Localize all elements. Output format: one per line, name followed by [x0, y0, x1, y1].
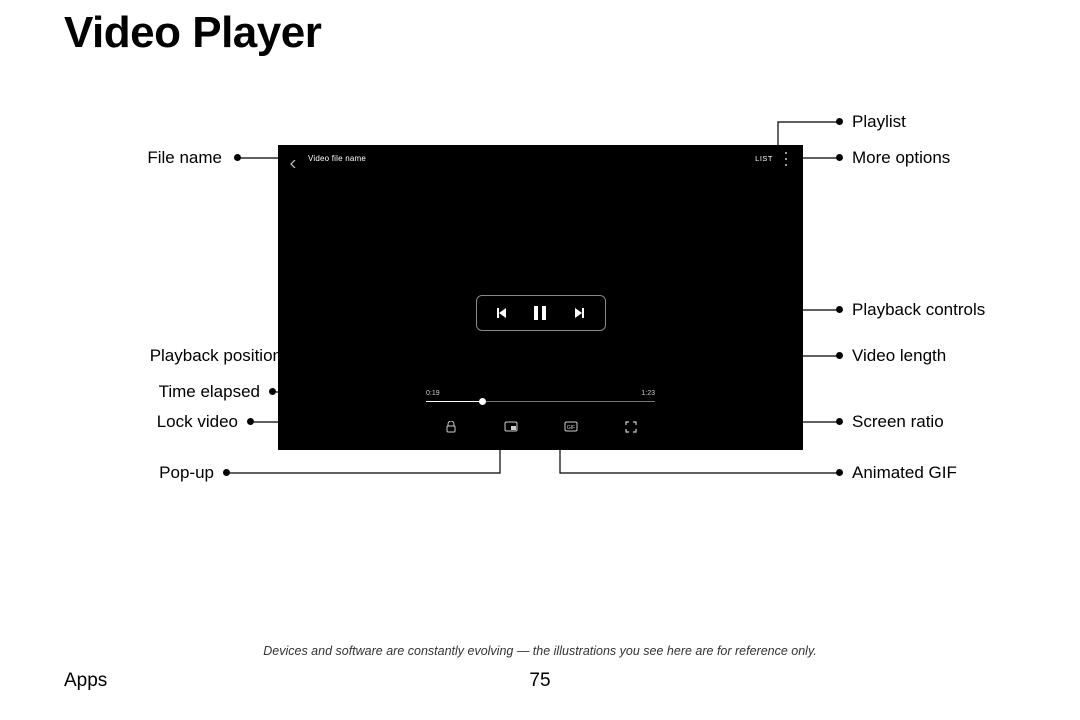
file-name-text: Video file name — [308, 154, 366, 163]
callout-popup: Pop-up — [159, 463, 214, 483]
callout-time-elapsed: Time elapsed — [159, 382, 260, 402]
callout-playback-position: Playback position — [150, 346, 282, 366]
callout-video-length: Video length — [852, 346, 946, 366]
svg-text:GIF: GIF — [566, 425, 574, 431]
dot — [269, 388, 276, 395]
dot — [223, 469, 230, 476]
callout-playlist: Playlist — [852, 112, 906, 132]
playlist-button[interactable]: LIST — [755, 154, 773, 163]
dot — [836, 118, 843, 125]
dot — [247, 418, 254, 425]
callout-playback-controls: Playback controls — [852, 300, 985, 320]
pause-button[interactable] — [531, 304, 549, 322]
callout-file-name: File name — [147, 148, 222, 168]
popup-icon[interactable] — [504, 420, 518, 434]
gif-icon[interactable]: GIF — [564, 420, 578, 434]
dot — [836, 306, 843, 313]
disclaimer-text: Devices and software are constantly evol… — [0, 644, 1080, 658]
dot — [836, 154, 843, 161]
progress-knob[interactable] — [479, 398, 486, 405]
callout-animated-gif: Animated GIF — [852, 463, 957, 483]
callout-screen-ratio: Screen ratio — [852, 412, 944, 432]
progress-fill — [426, 401, 482, 402]
page-title: Video Player — [64, 8, 321, 58]
callout-more-options: More options — [852, 148, 950, 168]
previous-button[interactable] — [493, 304, 511, 322]
playback-controls — [476, 295, 606, 331]
dot — [836, 352, 843, 359]
time-elapsed: 0:19 — [426, 390, 440, 397]
dot — [836, 469, 843, 476]
screen-ratio-icon[interactable] — [624, 420, 638, 434]
time-total: 1:23 — [641, 390, 655, 397]
next-button[interactable] — [570, 304, 588, 322]
footer-page-number: 75 — [529, 670, 550, 692]
callout-lock-video: Lock video — [157, 412, 238, 432]
dot — [234, 154, 241, 161]
lock-icon[interactable] — [444, 420, 458, 434]
bottom-toolbar: GIF — [278, 420, 803, 434]
footer-section: Apps — [64, 670, 107, 692]
video-player: Video file name LIST 0:19 1:23 GIF — [278, 145, 803, 450]
dot — [836, 418, 843, 425]
back-icon[interactable] — [290, 155, 298, 163]
more-options-icon[interactable] — [781, 152, 791, 166]
